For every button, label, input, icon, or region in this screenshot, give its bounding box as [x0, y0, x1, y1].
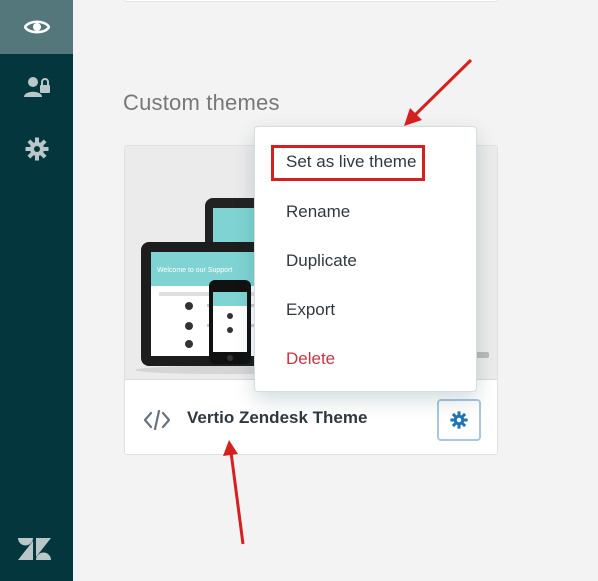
annotation-arrows [223, 58, 473, 545]
